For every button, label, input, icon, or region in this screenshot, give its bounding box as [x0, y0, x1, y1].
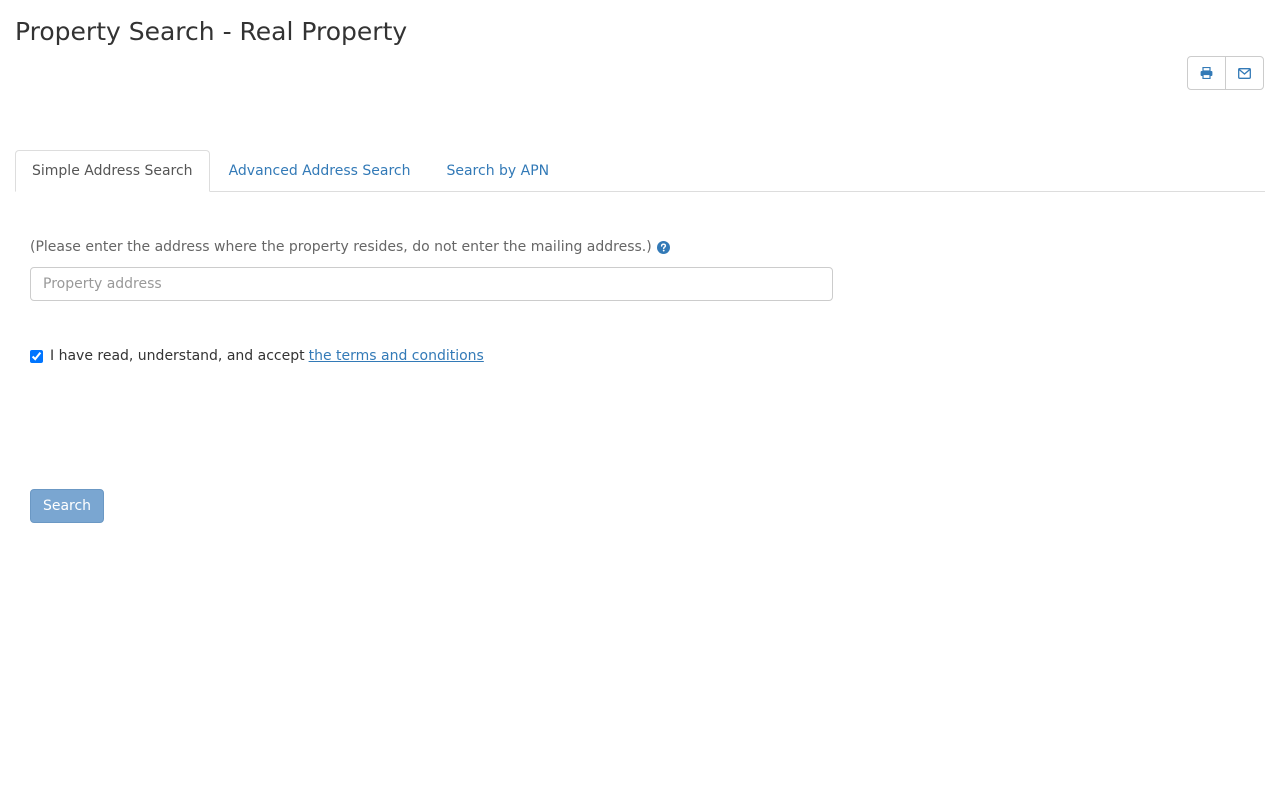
tab-search-by-apn[interactable]: Search by APN	[429, 150, 566, 192]
page-title: Property Search - Real Property	[15, 17, 408, 46]
tab-simple-address-search[interactable]: Simple Address Search	[15, 150, 210, 192]
page-actions	[1187, 56, 1264, 90]
print-icon	[1200, 67, 1213, 79]
search-tabs: Simple Address Search Advanced Address S…	[15, 150, 1265, 192]
address-hint: (Please enter the address where the prop…	[30, 238, 670, 256]
terms-link[interactable]: the terms and conditions	[309, 347, 484, 365]
property-search-page: Property Search - Real Property Simple A…	[0, 0, 1280, 800]
envelope-icon	[1238, 67, 1251, 79]
property-address-input[interactable]	[30, 267, 833, 301]
terms-checkbox[interactable]	[30, 349, 43, 363]
search-button[interactable]: Search	[30, 489, 104, 523]
address-hint-text: (Please enter the address where the prop…	[30, 239, 652, 255]
question-circle-icon[interactable]	[656, 240, 670, 254]
terms-text: I have read, understand, and accept	[50, 348, 305, 364]
print-button[interactable]	[1187, 56, 1226, 90]
terms-row: I have read, understand, and accept the …	[30, 347, 484, 365]
tab-advanced-address-search[interactable]: Advanced Address Search	[212, 150, 428, 192]
email-button[interactable]	[1225, 56, 1264, 90]
